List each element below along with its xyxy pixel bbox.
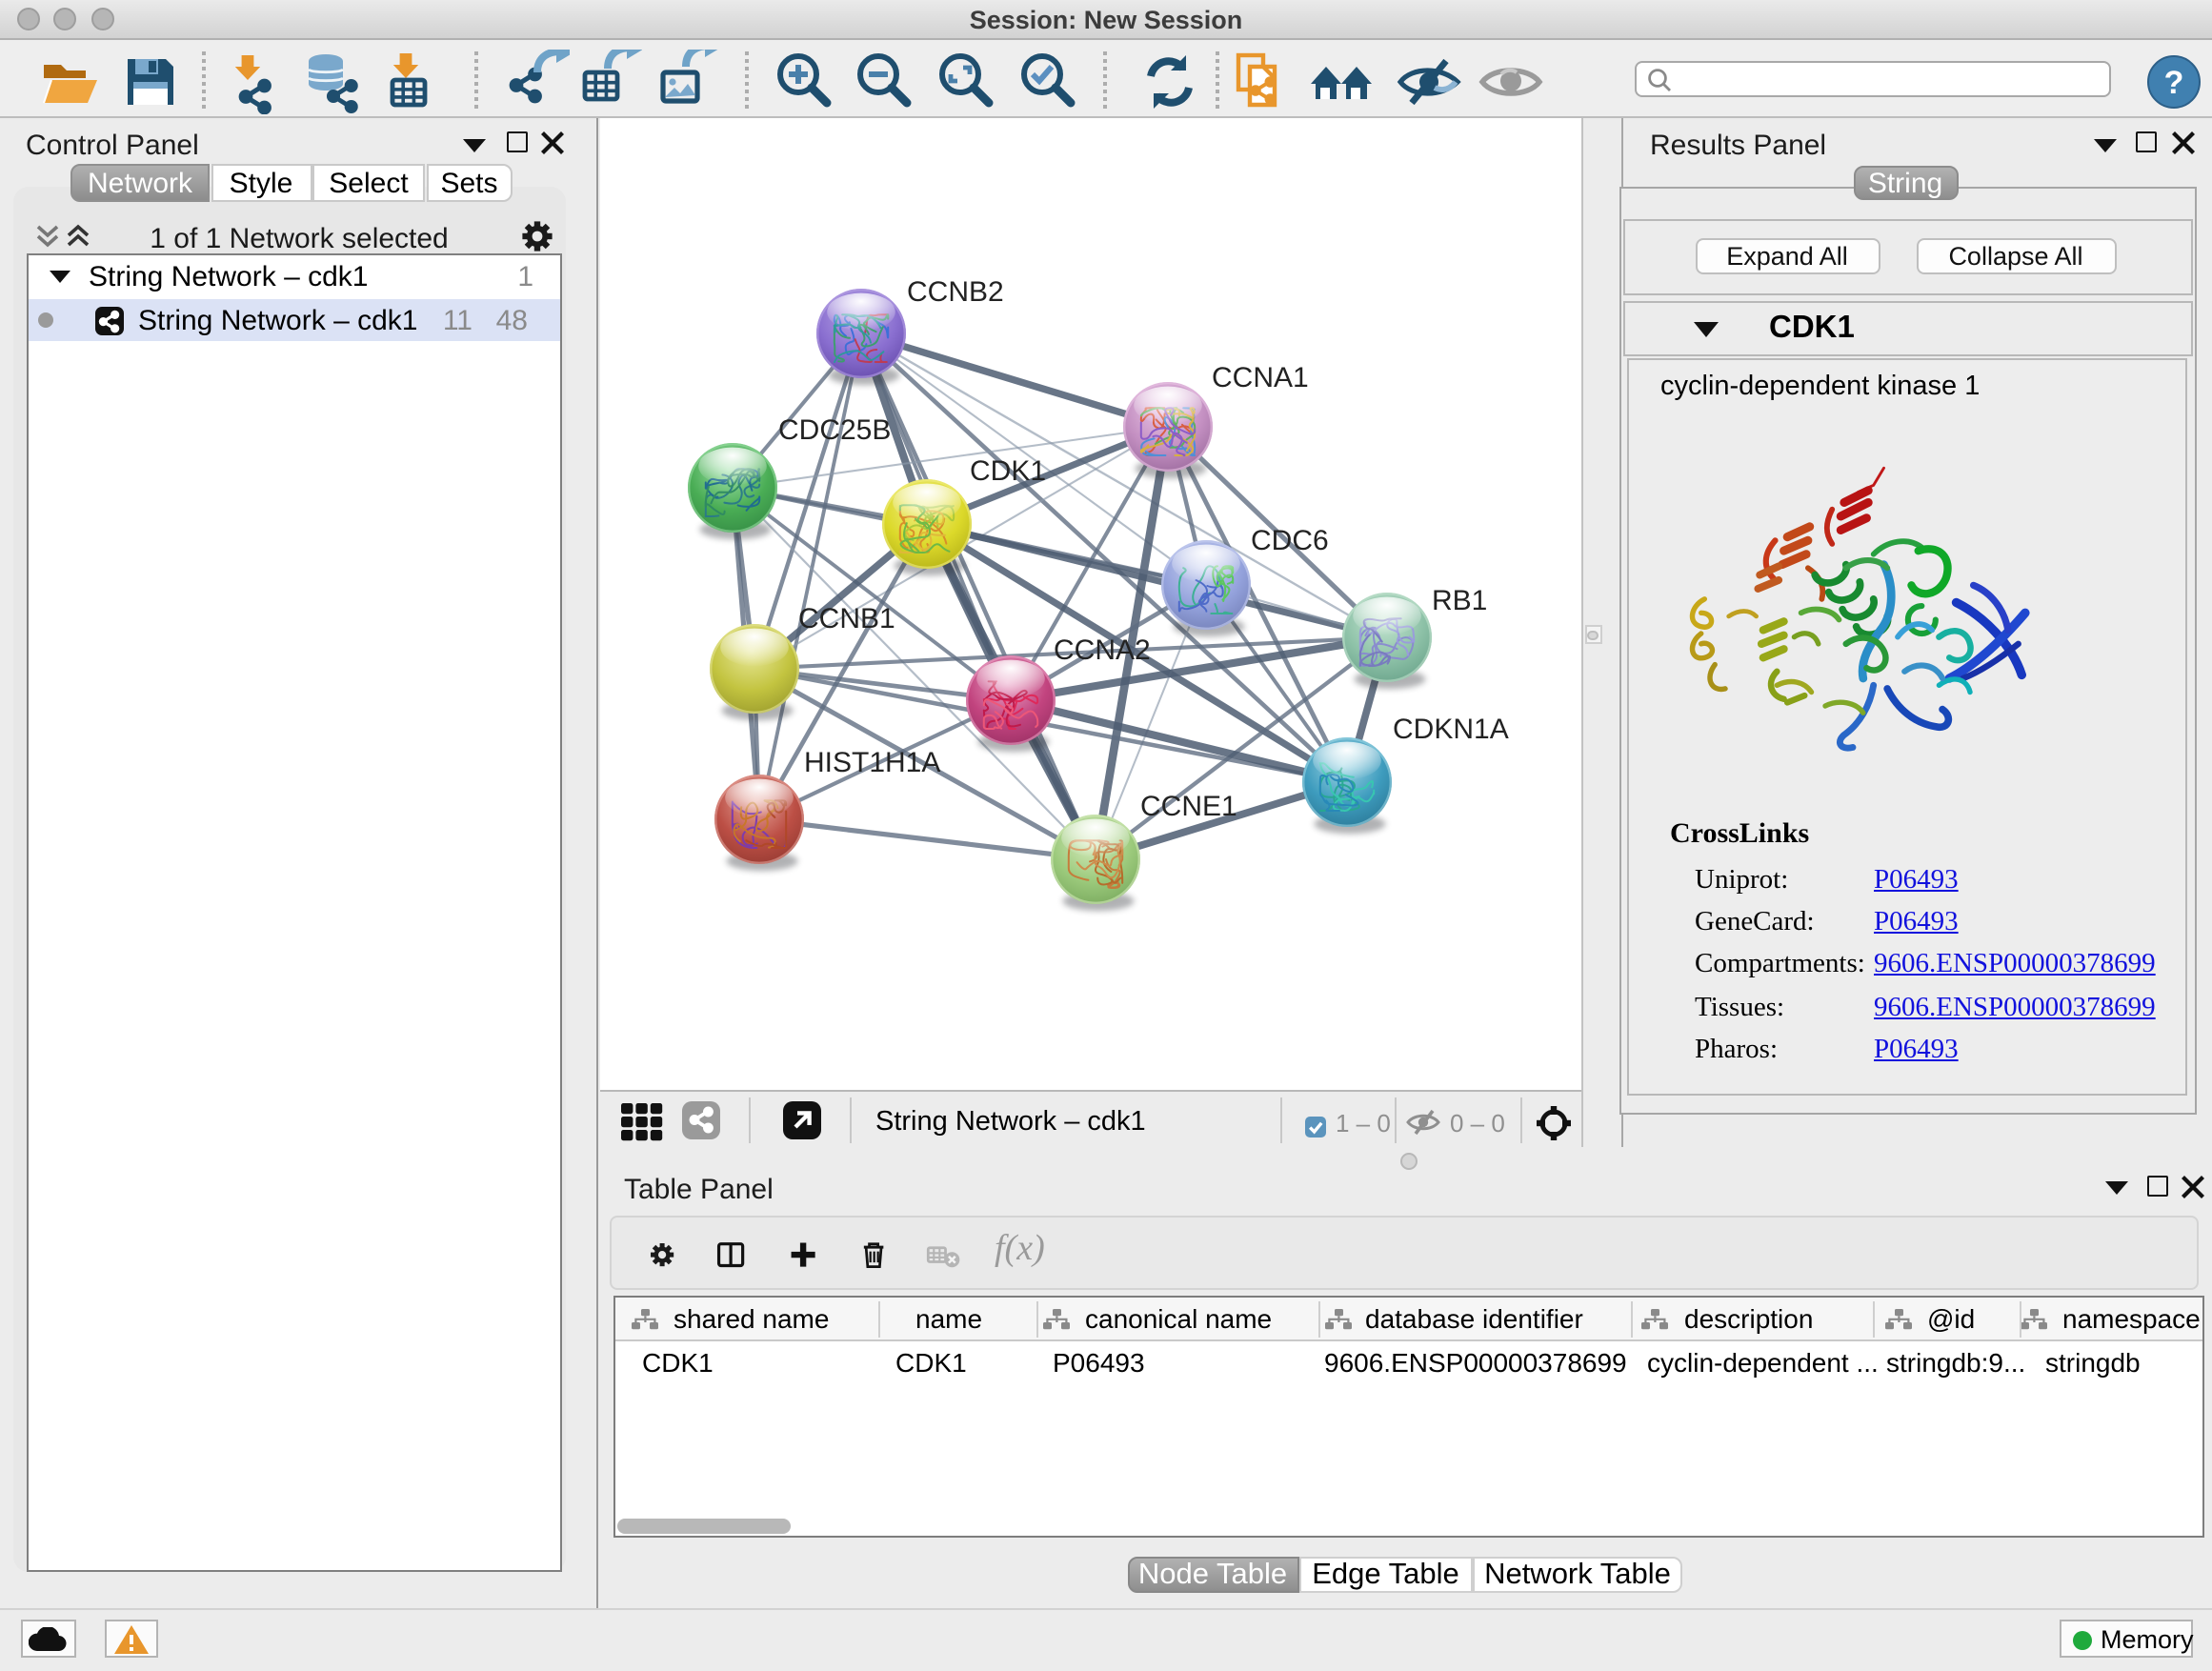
svg-text:HIST1H1A: HIST1H1A xyxy=(803,747,939,778)
svg-text:CDC25B: CDC25B xyxy=(777,414,890,446)
svg-text:?: ? xyxy=(2164,64,2184,100)
svg-text:CCNA1: CCNA1 xyxy=(1211,362,1308,393)
svg-text:RB1: RB1 xyxy=(1431,585,1486,616)
svg-text:CCNB2: CCNB2 xyxy=(906,276,1003,308)
svg-text:CCNE1: CCNE1 xyxy=(1139,791,1237,822)
svg-text:CDK1: CDK1 xyxy=(969,455,1045,487)
svg-text:CCNA2: CCNA2 xyxy=(1053,634,1150,666)
svg-text:CDC6: CDC6 xyxy=(1250,525,1328,556)
svg-text:CDKN1A: CDKN1A xyxy=(1392,714,1508,745)
svg-text:CCNB1: CCNB1 xyxy=(797,603,895,634)
